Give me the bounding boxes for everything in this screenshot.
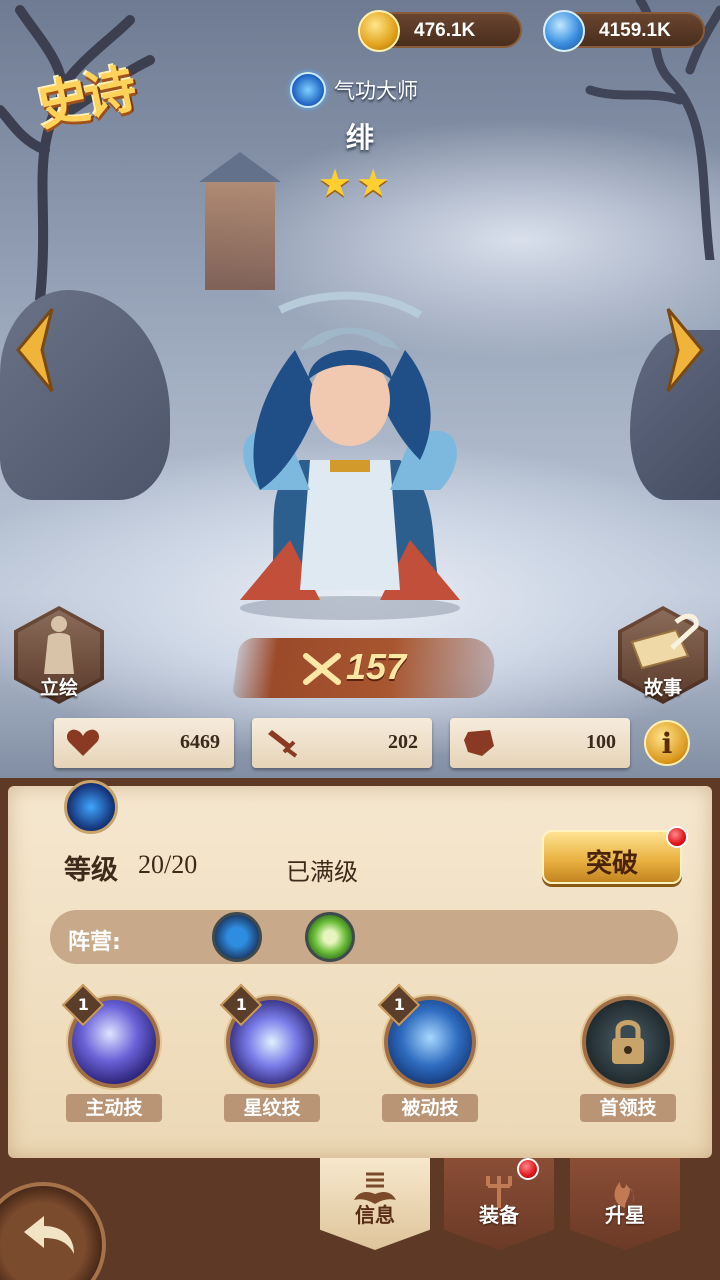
breakthrough-label: 突破 [585, 849, 638, 879]
back-arrow-icon [24, 1216, 74, 1254]
skill-star-pattern[interactable]: 1 星纹技 [219, 983, 322, 1122]
previous-hero-arrow-icon[interactable] [12, 305, 56, 395]
stat-defense-value: 100 [586, 731, 616, 753]
tab-info[interactable]: 信息 [320, 1158, 430, 1250]
info-icon: i [661, 727, 673, 760]
skill-name: 星纹技 [243, 1097, 301, 1119]
camp-label: 阵营: [68, 930, 121, 955]
level-label: 等级 [64, 855, 118, 886]
skill-name: 首领技 [599, 1097, 657, 1119]
combat-power-value: 157 [346, 646, 407, 687]
skill-level: 1 [77, 995, 89, 1015]
qigong-class-icon [290, 72, 326, 108]
tab-info-label: 信息 [355, 1203, 395, 1227]
stat-attack-value: 202 [388, 731, 418, 753]
info-button[interactable]: i [644, 720, 690, 766]
stat-hp: 6469 [54, 718, 234, 768]
equipment-notification-dot [517, 1158, 539, 1180]
skill-leader-locked[interactable]: 首领技 [578, 990, 678, 1122]
stat-attack: 202 [252, 718, 432, 768]
scroll-quill-icon [630, 613, 699, 670]
skill-name: 主动技 [85, 1097, 143, 1119]
stat-hp-value: 6469 [180, 731, 220, 753]
breakthrough-notification-dot [666, 826, 688, 848]
hero-class-name: 气功大师 [334, 79, 418, 103]
tab-star-up-label: 升星 [605, 1203, 645, 1227]
stat-defense: 100 [450, 718, 630, 768]
lock-icon [582, 996, 674, 1088]
tab-equipment-label: 装备 [479, 1203, 519, 1227]
gold-counter[interactable]: 476.1K [358, 10, 522, 52]
story-button[interactable]: 故事 [618, 606, 708, 704]
blue-potion-icon [543, 10, 585, 52]
sword-icon [268, 730, 298, 758]
faction-emblem-icon [64, 780, 118, 834]
next-hero-arrow-icon[interactable] [664, 305, 708, 395]
elements-camp-icon[interactable] [212, 912, 262, 962]
portrait-button[interactable]: 立绘 [14, 606, 104, 704]
level-value: 20/20 [138, 850, 198, 879]
skill-passive[interactable]: 1 被动技 [377, 983, 480, 1122]
star-icon: ★ [318, 161, 353, 205]
hero-character-portrait[interactable] [200, 290, 500, 620]
crossed-swords-icon [303, 653, 341, 685]
level-status: 已满级 [286, 858, 358, 886]
hero-class: 气功大师 [290, 72, 418, 108]
camp-bar: 阵营: [50, 910, 678, 964]
hero-stars: ★ ★ [318, 164, 390, 202]
star-icon: ★ [356, 161, 391, 205]
skill-name: 被动技 [401, 1097, 459, 1119]
silhouette-icon [44, 616, 74, 674]
background-tower [199, 152, 281, 290]
hero-name: 绯 [345, 121, 374, 154]
gem-amount: 4159.1K [599, 20, 671, 41]
combat-power: 157 [231, 638, 499, 698]
heart-icon [66, 729, 100, 756]
skill-level: 1 [393, 995, 405, 1015]
wind-camp-icon[interactable] [305, 912, 355, 962]
gem-counter[interactable]: 4159.1K [543, 10, 705, 52]
shield-icon [464, 730, 494, 756]
skill-active[interactable]: 1 主动技 [61, 983, 164, 1122]
tab-star-up[interactable]: 升星 [570, 1158, 680, 1250]
gold-amount: 476.1K [414, 20, 476, 41]
skill-level: 1 [235, 995, 247, 1015]
portrait-label: 立绘 [39, 677, 78, 699]
gold-coin-icon [358, 10, 400, 52]
breakthrough-button[interactable]: 突破 [542, 830, 682, 884]
story-label: 故事 [643, 677, 682, 699]
